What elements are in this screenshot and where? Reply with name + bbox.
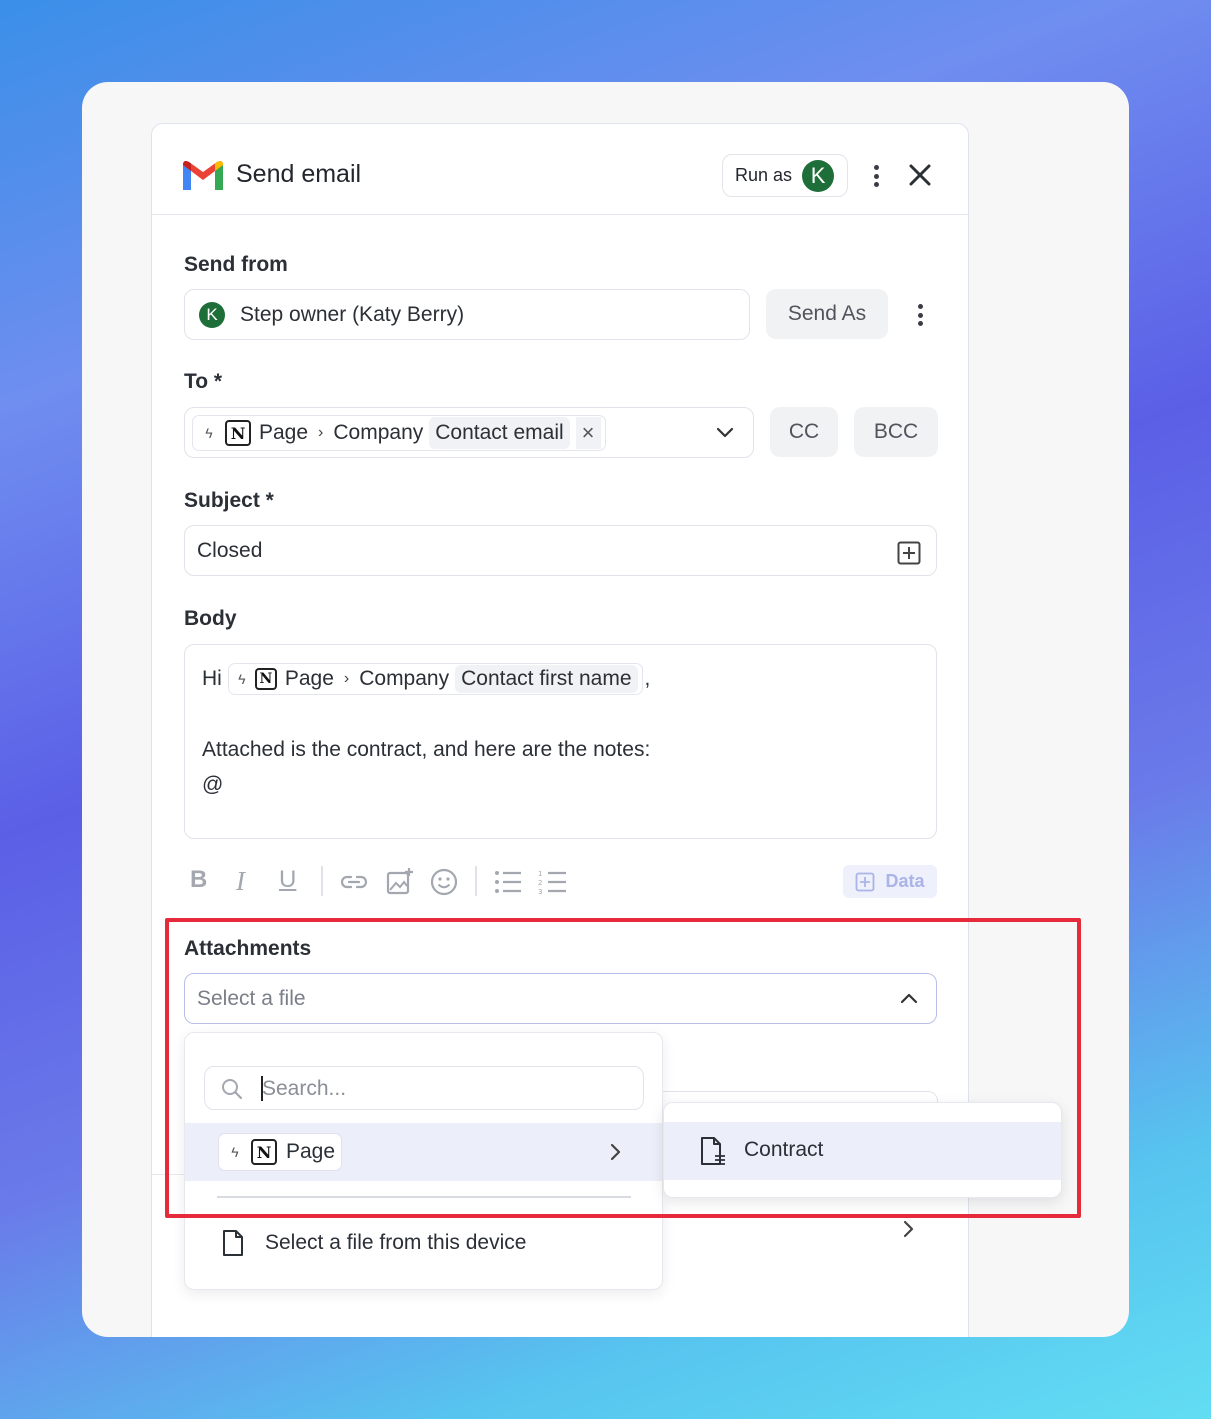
highlight-annotation xyxy=(165,918,1081,1218)
bcc-button[interactable]: BCC xyxy=(854,407,938,457)
body-greeting: Hi xyxy=(202,667,222,690)
notion-icon: N xyxy=(254,668,277,690)
underline-icon[interactable]: U xyxy=(279,866,296,894)
to-field[interactable]: ϟ N Page › Company Contact email × xyxy=(184,407,754,458)
insert-variable-icon[interactable] xyxy=(897,541,921,565)
insert-data-button[interactable]: Data xyxy=(843,865,937,898)
body-line-3: @ xyxy=(202,773,224,796)
run-as-avatar: K xyxy=(802,159,835,192)
to-chip-page: Page xyxy=(259,421,309,444)
body-chip-field: Contact first name xyxy=(455,665,638,693)
body-label: Body xyxy=(184,607,237,630)
close-icon[interactable] xyxy=(905,160,935,190)
body-line-2: Attached is the contract, and here are t… xyxy=(202,738,651,761)
subject-value: Closed xyxy=(197,539,263,562)
file-icon xyxy=(223,1230,243,1256)
dialog-title: Send email xyxy=(236,160,362,188)
toolbar-divider xyxy=(321,866,323,896)
run-as-button[interactable]: Run as K xyxy=(722,154,848,197)
chevron-down-icon[interactable] xyxy=(715,424,735,440)
italic-icon[interactable]: I xyxy=(236,866,245,897)
device-file-menu-item[interactable]: Select a file from this device xyxy=(185,1219,662,1267)
run-as-label: Run as xyxy=(735,165,793,185)
to-chip-company: Company xyxy=(333,421,424,444)
send-from-options-icon[interactable] xyxy=(910,300,930,330)
body-chip-company: Company xyxy=(359,667,450,690)
chevron-right-icon[interactable] xyxy=(900,1219,916,1239)
body-comma: , xyxy=(644,667,651,690)
body-line-1: Hi ϟ N Page › Company Contact first name… xyxy=(202,663,650,695)
chevron-right-icon: › xyxy=(318,424,324,441)
svg-text:2: 2 xyxy=(538,879,542,887)
to-variable-chip[interactable]: ϟ N Page › Company Contact email × xyxy=(192,415,606,451)
more-options-icon[interactable] xyxy=(866,161,886,191)
svg-text:3: 3 xyxy=(538,888,542,895)
subject-field[interactable]: Closed xyxy=(184,525,937,576)
toolbar-divider xyxy=(475,866,477,896)
to-label: To * xyxy=(184,370,223,393)
insert-image-icon[interactable] xyxy=(385,866,415,896)
bold-icon[interactable]: B xyxy=(190,866,207,894)
send-as-button[interactable]: Send As xyxy=(766,289,888,339)
remove-chip-icon[interactable]: × xyxy=(575,417,601,449)
body-chip-page: Page xyxy=(284,667,334,690)
panel-header: Send email Run as K xyxy=(152,124,968,215)
svg-text:1: 1 xyxy=(538,870,542,878)
subject-label: Subject * xyxy=(184,489,274,512)
bulleted-list-icon[interactable] xyxy=(493,869,523,895)
device-file-label: Select a file from this device xyxy=(265,1231,527,1254)
link-icon[interactable] xyxy=(339,870,369,894)
cc-button[interactable]: CC xyxy=(770,407,838,457)
body-variable-chip[interactable]: ϟ N Page › Company Contact first name xyxy=(227,663,643,695)
send-from-value: Step owner (Katy Berry) xyxy=(240,302,465,326)
send-from-field[interactable]: K Step owner (Katy Berry) xyxy=(184,289,750,340)
data-button-label: Data xyxy=(885,871,925,891)
bolt-icon: ϟ xyxy=(205,425,213,441)
gmail-icon xyxy=(183,161,223,190)
numbered-list-icon[interactable]: 1 2 3 xyxy=(538,869,568,895)
chevron-right-icon: › xyxy=(343,670,350,687)
notion-icon: N xyxy=(225,420,251,446)
add-icon xyxy=(856,872,875,891)
send-from-label: Send from xyxy=(184,253,288,276)
send-from-avatar: K xyxy=(199,301,225,328)
to-chip-field: Contact email xyxy=(429,417,570,449)
bolt-icon: ϟ xyxy=(238,671,246,687)
body-editor[interactable]: Hi ϟ N Page › Company Contact first name… xyxy=(184,644,937,839)
emoji-icon[interactable] xyxy=(429,867,459,897)
